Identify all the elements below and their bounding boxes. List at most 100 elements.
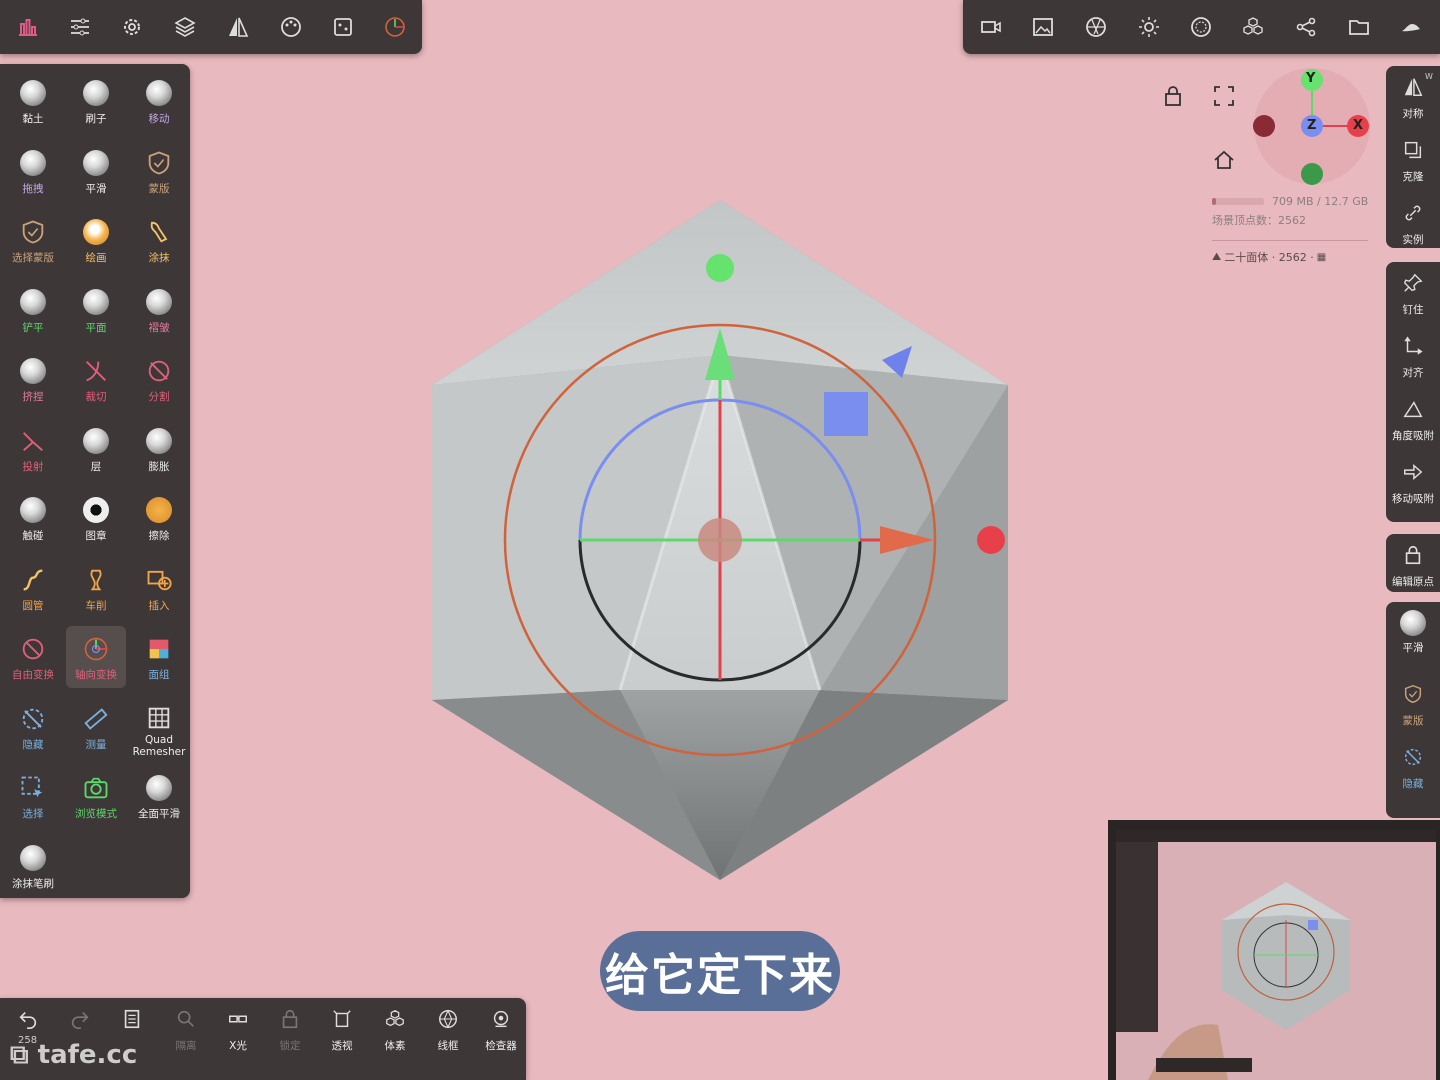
tool-label: 涂抹笔刷: [12, 877, 54, 890]
tool-13[interactable]: 挤捏: [3, 348, 63, 410]
right-panel-origin: 编辑原点: [1386, 534, 1440, 592]
bottom-btn-wireframe[interactable]: 线框: [424, 1008, 472, 1058]
tool-34[interactable]: 涂抹笔刷: [3, 835, 63, 897]
tool-18[interactable]: 膨胀: [129, 418, 189, 480]
bottom-btn-lock[interactable]: 锁定: [266, 1008, 314, 1058]
tool-4[interactable]: 拖拽: [3, 140, 63, 202]
tool-25[interactable]: 自由变换: [3, 626, 63, 688]
tool-32[interactable]: 浏览模式: [66, 765, 126, 827]
right-btn-label: 克隆: [1402, 171, 1424, 183]
tool-30[interactable]: Quad Remesher: [129, 696, 189, 758]
tool-label: 绘画: [85, 252, 107, 264]
scene-icon[interactable]: [329, 13, 357, 41]
undo-icon: [17, 1008, 39, 1034]
tool-5[interactable]: 平滑: [66, 140, 126, 202]
orientation-widget[interactable]: Y X Z: [1250, 66, 1372, 188]
right-btn-group2-2[interactable]: 对齐: [1386, 325, 1440, 385]
right-btn-group1-2[interactable]: 克隆: [1386, 129, 1440, 189]
bottom-btn-inspector[interactable]: 检查器: [477, 1008, 525, 1058]
bottom-btn-xray[interactable]: X光: [214, 1008, 262, 1058]
camera-icon[interactable]: [977, 13, 1005, 41]
tool-31[interactable]: 选择: [3, 765, 63, 827]
right-btn-group2-4[interactable]: 移动吸附: [1386, 451, 1440, 511]
sliders-icon[interactable]: [66, 13, 94, 41]
sphere-icon: [18, 356, 48, 386]
aperture-icon[interactable]: [1082, 13, 1110, 41]
tool-27[interactable]: 面组: [129, 626, 189, 688]
layers-icon[interactable]: [171, 13, 199, 41]
pin-icon: [1402, 262, 1424, 298]
freeform-icon: [18, 634, 48, 664]
share-icon[interactable]: [1292, 13, 1320, 41]
bottom-btn-voxel[interactable]: 体素: [371, 1008, 419, 1058]
palette-icon[interactable]: [277, 13, 305, 41]
object-row[interactable]: ⛰ 二十面体 · 2562 · ▦: [1212, 249, 1368, 265]
tool-2[interactable]: 刷子: [66, 70, 126, 132]
hide-icon: [18, 704, 48, 734]
home-icon[interactable]: [1212, 148, 1236, 172]
tool-12[interactable]: 褶皱: [129, 279, 189, 341]
tool-7[interactable]: 选择蒙版: [3, 209, 63, 271]
tool-10[interactable]: 铲平: [3, 279, 63, 341]
tool-15[interactable]: 分割: [129, 348, 189, 410]
right-btn-label: 对称: [1402, 108, 1424, 120]
tool-9[interactable]: 涂抹: [129, 209, 189, 271]
select-icon: [18, 773, 48, 803]
sun-icon[interactable]: [1135, 13, 1163, 41]
tool-22[interactable]: 圆管: [3, 557, 63, 619]
tool-29[interactable]: 测量: [66, 696, 126, 758]
right-btn-group4-1[interactable]: 平滑: [1386, 602, 1440, 662]
right-btn-group2-3[interactable]: 角度吸附: [1386, 388, 1440, 448]
folder-icon[interactable]: [1345, 13, 1373, 41]
tool-28[interactable]: 隐藏: [3, 696, 63, 758]
z-plane-handle: [824, 392, 868, 436]
tool-16[interactable]: 投射: [3, 418, 63, 480]
tool-21[interactable]: 擦除: [129, 487, 189, 549]
tool-33[interactable]: 全面平滑: [129, 765, 189, 827]
image-icon[interactable]: [1029, 13, 1057, 41]
symmetry-icon[interactable]: [224, 13, 252, 41]
tool-panel: 黏土 刷子 移动拖拽 平滑 蒙版选择蒙版 绘画 涂抹铲平 平面 褶皱挤捏 裁切 分割投射 层 膨胀触碰 图…: [0, 64, 190, 898]
tool-26[interactable]: 轴向变换: [66, 626, 126, 688]
right-btn-label: 平滑: [1402, 642, 1424, 654]
tool-8[interactable]: 绘画: [66, 209, 126, 271]
tool-24[interactable]: 插入: [129, 557, 189, 619]
tool-label: 选择: [22, 808, 44, 820]
sphere-icon: [18, 495, 48, 525]
fullscreen-icon[interactable]: [1212, 84, 1236, 108]
right-btn-group4-3[interactable]: 隐藏: [1386, 728, 1440, 790]
tool-17[interactable]: 层: [66, 418, 126, 480]
sphere-icon: [18, 287, 48, 317]
tool-14[interactable]: 裁切: [66, 348, 126, 410]
tool-6[interactable]: 蒙版: [129, 140, 189, 202]
voxel-icon[interactable]: [1239, 13, 1267, 41]
lock-icon[interactable]: [1161, 84, 1185, 108]
bottom-btn-label: 体素: [384, 1040, 406, 1052]
right-btn-group3-1[interactable]: 编辑原点: [1386, 534, 1440, 594]
tool-label: 车削: [85, 599, 107, 612]
tool-20[interactable]: 图章: [66, 487, 126, 549]
tool-19[interactable]: 触碰: [3, 487, 63, 549]
gizmo-icon[interactable]: [381, 13, 409, 41]
tools-icon[interactable]: [14, 13, 42, 41]
tool-label: 投射: [22, 460, 44, 473]
tool-23[interactable]: 车削: [66, 557, 126, 619]
bottom-btn-search[interactable]: 隔离: [162, 1008, 210, 1058]
matcap-icon[interactable]: [1187, 13, 1215, 41]
tool-label: 拖拽: [22, 182, 44, 195]
right-btn-group1-3[interactable]: 实例: [1386, 192, 1440, 252]
gear-icon[interactable]: [118, 13, 146, 41]
tool-11[interactable]: 平面: [66, 279, 126, 341]
x-axis-label: X: [1353, 118, 1364, 133]
tool-3[interactable]: 移动: [129, 70, 189, 132]
right-btn-group2-1[interactable]: 钉住: [1386, 262, 1440, 322]
tool-1[interactable]: 黏土: [3, 70, 63, 132]
bottom-btn-perspective[interactable]: 透视: [318, 1008, 366, 1058]
watermark-logo-icon: ⧉: [10, 1040, 29, 1070]
right-btn-label: 角度吸附: [1392, 430, 1434, 442]
brush-stroke-icon[interactable]: [1397, 13, 1425, 41]
right-btn-group4-2[interactable]: 蒙版: [1386, 665, 1440, 727]
memory-usage: 709 MB / 12.7 GB: [1272, 195, 1369, 208]
doc-icon: [121, 1008, 143, 1034]
tool-label: 褶皱: [148, 321, 170, 334]
